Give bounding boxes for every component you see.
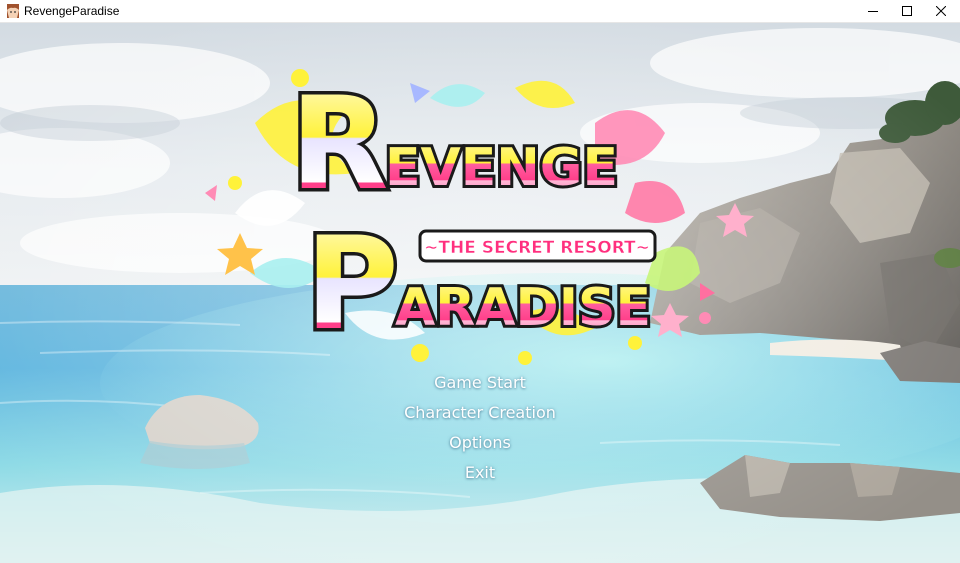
menu-item-exit[interactable]: Exit bbox=[455, 458, 505, 488]
menu-item-options[interactable]: Options bbox=[439, 428, 521, 458]
logo-line2-rest: ARADISE bbox=[395, 278, 651, 338]
main-menu: Game Start Character Creation Options Ex… bbox=[330, 368, 630, 488]
maximize-icon bbox=[902, 6, 912, 16]
logo-line1-rest: EVENGE bbox=[385, 138, 618, 198]
logo-letter-r: R bbox=[290, 70, 389, 219]
close-button[interactable] bbox=[924, 0, 958, 22]
game-window: RevengeParadise R P EVENGE ARADISE ~THE … bbox=[0, 0, 960, 563]
title-bar[interactable]: RevengeParadise bbox=[0, 0, 960, 23]
close-icon bbox=[936, 6, 946, 16]
maximize-button[interactable] bbox=[890, 0, 924, 22]
game-logo: R P EVENGE ARADISE ~THE SECRET RESORT~ bbox=[205, 67, 754, 365]
minimize-icon bbox=[868, 11, 878, 12]
game-viewport: R P EVENGE ARADISE ~THE SECRET RESORT~ G… bbox=[0, 23, 960, 563]
window-title: RevengeParadise bbox=[24, 4, 120, 18]
game-character-icon bbox=[7, 4, 19, 18]
minimize-button[interactable] bbox=[856, 0, 890, 22]
menu-item-game-start[interactable]: Game Start bbox=[424, 368, 536, 398]
menu-item-character-creation[interactable]: Character Creation bbox=[394, 398, 566, 428]
logo-subtitle: ~THE SECRET RESORT~ bbox=[424, 238, 650, 258]
logo-letter-p: P bbox=[305, 210, 399, 359]
